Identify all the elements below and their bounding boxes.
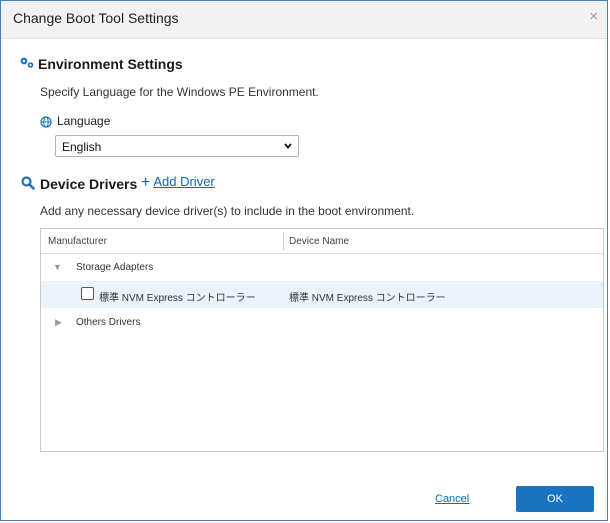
language-selected-value: English: [62, 140, 102, 154]
device-drivers-heading: Device Drivers: [40, 176, 138, 192]
triangle-down-icon[interactable]: ▼: [53, 262, 62, 272]
chevron-down-icon: [283, 139, 293, 156]
add-driver-link[interactable]: + Add Driver: [141, 174, 215, 192]
environment-settings-heading: Environment Settings: [38, 56, 183, 72]
environment-description: Specify Language for the Windows PE Envi…: [40, 85, 319, 99]
search-icon: [21, 176, 35, 195]
plus-icon: +: [141, 174, 151, 191]
gears-icon: [19, 56, 35, 74]
boot-tool-settings-dialog: Change Boot Tool Settings × Environment …: [0, 0, 608, 521]
dialog-title: Change Boot Tool Settings: [13, 10, 179, 26]
cancel-button[interactable]: Cancel: [435, 493, 469, 505]
column-header-device-name[interactable]: Device Name: [289, 236, 349, 247]
triangle-right-icon[interactable]: ▶: [55, 317, 62, 328]
add-driver-label: Add Driver: [153, 174, 215, 189]
dialog-title-bar: Change Boot Tool Settings ×: [1, 1, 607, 39]
language-label: Language: [57, 114, 111, 128]
ok-button[interactable]: OK: [516, 486, 594, 512]
language-select[interactable]: English: [55, 135, 299, 157]
close-icon[interactable]: ×: [589, 8, 598, 25]
driver-checkbox[interactable]: [81, 287, 94, 300]
table-header: Manufacturer Device Name: [41, 229, 603, 254]
manufacturer-cell: 標準 NVM Express コントローラー: [99, 293, 256, 304]
table-row[interactable]: 標準 NVM Express コントローラー 標準 NVM Express コン…: [41, 281, 603, 308]
group-row-others-drivers[interactable]: ▶ Others Drivers: [41, 309, 603, 336]
group-row-storage-adapters[interactable]: ▼ Storage Adapters: [41, 254, 603, 281]
group-label: Others Drivers: [76, 317, 141, 328]
globe-icon: [40, 115, 52, 133]
column-divider: [283, 232, 284, 250]
drivers-description: Add any necessary device driver(s) to in…: [40, 204, 415, 218]
column-header-manufacturer[interactable]: Manufacturer: [48, 236, 107, 247]
group-label: Storage Adapters: [76, 262, 154, 273]
device-name-cell: 標準 NVM Express コントローラー: [289, 293, 446, 304]
drivers-table: Manufacturer Device Name ▼ Storage Adapt…: [40, 228, 604, 452]
